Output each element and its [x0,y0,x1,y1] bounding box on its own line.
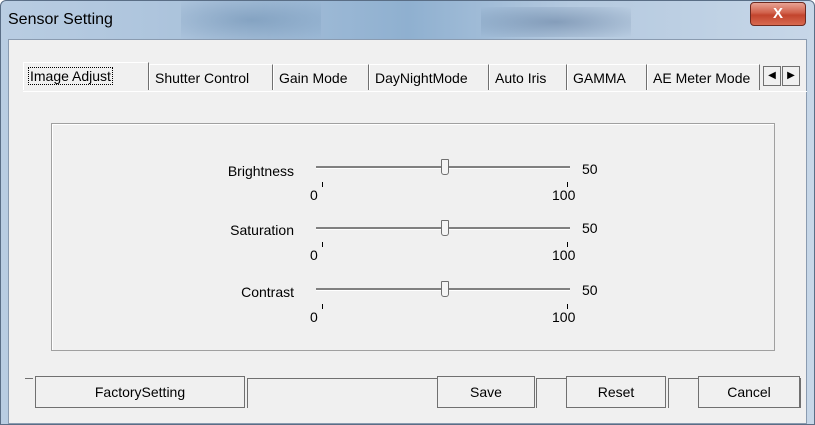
brightness-max-label: 100 [552,187,576,203]
saturation-label: Saturation [230,222,294,238]
brightness-label: Brightness [227,163,294,179]
contrast-label: Contrast [241,284,294,300]
contrast-min-label: 0 [310,309,318,325]
divider [800,378,801,408]
tab-day-night-mode[interactable]: DayNightMode [369,64,489,90]
divider [247,378,248,408]
tab-label: GAMMA [573,70,626,86]
divider [668,378,698,379]
divider [536,378,566,379]
divider [536,378,537,408]
tab-label: Gain Mode [279,70,348,86]
tab-label: DayNightMode [375,70,468,86]
divider [668,378,669,408]
saturation-max-label: 100 [552,247,576,263]
tab-gain-mode[interactable]: Gain Mode [273,64,369,90]
save-button[interactable]: Save [437,376,535,408]
tab-label: Auto Iris [495,70,547,86]
cancel-button[interactable]: Cancel [698,376,800,408]
contrast-slider-thumb[interactable] [441,281,449,297]
tab-scroll-right-button[interactable]: ▶ [782,66,800,86]
arrow-right-icon: ▶ [787,70,795,81]
tab-ae-meter-mode[interactable]: AE Meter Mode [647,64,760,90]
title-bar[interactable]: Sensor Setting X [1,1,814,39]
tab-shutter-control[interactable]: Shutter Control [149,64,273,90]
title-bar-glow [181,1,321,39]
contrast-max-label: 100 [552,309,576,325]
window-title: Sensor Setting [8,11,113,28]
arrow-left-icon: ◀ [768,70,776,81]
divider [247,378,437,379]
saturation-value: 50 [582,220,598,236]
reset-button[interactable]: Reset [566,376,666,408]
tab-scroll-left-button[interactable]: ◀ [763,66,781,86]
brightness-slider-thumb[interactable] [441,159,449,175]
title-bar-glow [481,7,631,37]
saturation-slider-thumb[interactable] [441,220,449,236]
image-adjust-group [51,123,775,351]
close-button[interactable]: X [750,2,806,26]
tab-gamma[interactable]: GAMMA [567,64,647,90]
tab-label: AE Meter Mode [653,70,751,86]
brightness-value: 50 [582,161,598,177]
saturation-min-label: 0 [310,247,318,263]
factory-setting-button[interactable]: FactorySetting [35,376,245,408]
tab-image-adjust[interactable]: Image Adjust [23,62,149,90]
tab-auto-iris[interactable]: Auto Iris [489,64,567,90]
tab-label: Image Adjust [28,67,113,85]
slider-tick [322,182,323,187]
slider-tick [322,304,323,309]
divider [25,378,33,379]
slider-tick [322,242,323,247]
contrast-value: 50 [582,282,598,298]
tab-label: Shutter Control [155,70,250,86]
close-icon: X [772,5,783,22]
brightness-min-label: 0 [310,187,318,203]
